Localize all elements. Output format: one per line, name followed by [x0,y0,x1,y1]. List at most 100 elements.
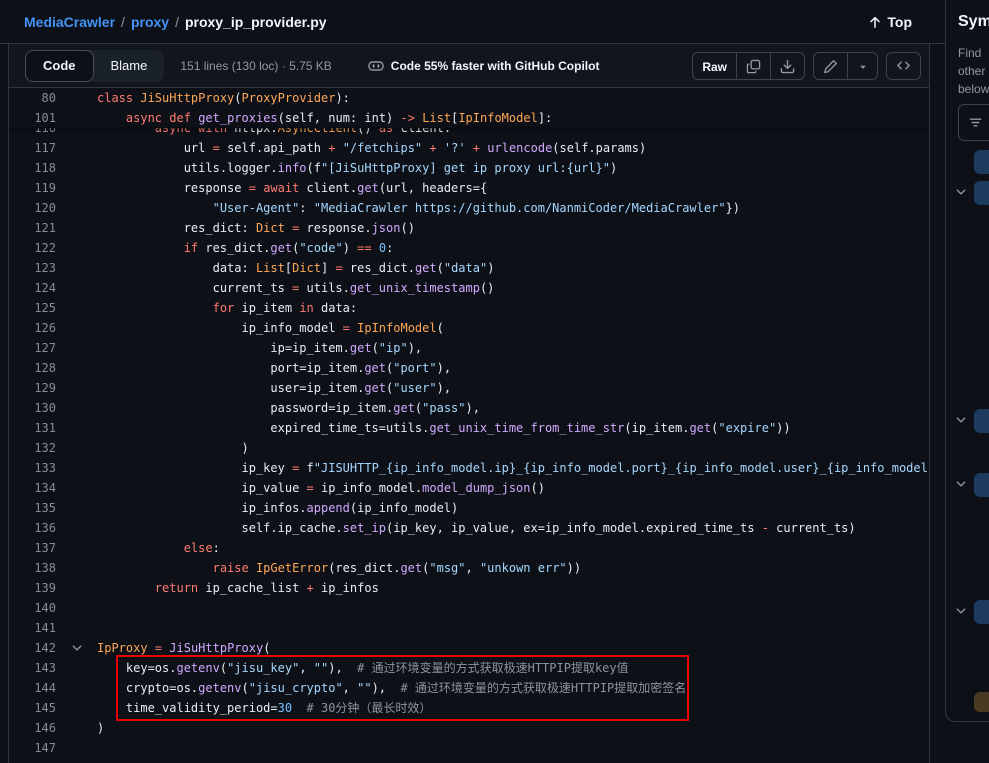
line-number[interactable]: 138 [9,558,56,578]
code-text: user=ip_item.get("user"), [97,378,451,398]
symbol-item[interactable] [974,692,989,712]
line-number[interactable]: 141 [9,618,56,638]
code-text: port=ip_item.get("port"), [97,358,451,378]
chevron-down-icon[interactable] [955,186,967,198]
code-text: ip_infos.append(ip_info_model) [97,498,458,518]
code-text: self.ip_cache.set_ip(ip_key, ip_value, e… [97,518,856,538]
fold-chevron-icon[interactable] [56,642,97,654]
line-number[interactable]: 146 [9,718,56,738]
line-number[interactable]: 124 [9,278,56,298]
symbols-toggle-button[interactable] [886,52,921,80]
line-number[interactable]: 137 [9,538,56,558]
raw-button[interactable]: Raw [693,53,736,80]
line-number[interactable]: 130 [9,398,56,418]
chevron-down-icon[interactable] [955,605,967,617]
code-text: expired_time_ts=utils.get_unix_time_from… [97,418,791,438]
line-number[interactable]: 147 [9,738,56,758]
pencil-icon [823,59,838,74]
symbols-panel-description: Find other below [958,44,989,98]
line-number[interactable]: 127 [9,338,56,358]
filter-icon [968,115,983,130]
code-line: 119 response = await client.get(url, hea… [9,178,929,198]
line-number[interactable]: 145 [9,698,56,718]
code-line: 133 ip_key = f"JISUHTTP_{ip_info_model.i… [9,458,929,478]
line-number[interactable]: 117 [9,138,56,158]
code-text: ip_key = f"JISUHTTP_{ip_info_model.ip}_{… [97,458,928,478]
symbol-item[interactable] [974,409,989,433]
code-text: async def get_proxies(self, num: int) ->… [97,108,552,128]
back-to-top-link[interactable]: Top [868,0,912,44]
line-number[interactable]: 121 [9,218,56,238]
chevron-down-icon[interactable] [955,478,967,490]
chevron-down-icon[interactable] [955,414,967,426]
line-number[interactable]: 142 [9,638,56,658]
back-to-top-label: Top [887,14,912,30]
code-line: 123 data: List[Dict] = res_dict.get("dat… [9,258,929,278]
symbols-filter-input[interactable] [958,104,989,141]
code-line: 136 self.ip_cache.set_ip(ip_key, ip_valu… [9,518,929,538]
line-number[interactable]: 122 [9,238,56,258]
code-line: 118 utils.logger.info(f"[JiSuHttpProxy] … [9,158,929,178]
line-number[interactable]: 135 [9,498,56,518]
code-line: 132 ) [9,438,929,458]
line-number[interactable]: 123 [9,258,56,278]
code-text: return ip_cache_list + ip_infos [97,578,379,598]
copy-button[interactable] [736,53,770,80]
copilot-banner[interactable]: Code 55% faster with GitHub Copilot [368,58,600,74]
line-number[interactable]: 132 [9,438,56,458]
edit-actions-group [813,52,878,80]
line-number[interactable]: 129 [9,378,56,398]
code-text: ip_value = ip_info_model.model_dump_json… [97,478,545,498]
line-number[interactable]: 101 [9,108,56,128]
code-line: 146) [9,718,929,738]
symbols-description-line: below [958,80,989,98]
line-number[interactable]: 119 [9,178,56,198]
line-number[interactable]: 140 [9,598,56,618]
breadcrumb-repo-link[interactable]: MediaCrawler [24,14,115,30]
line-number[interactable]: 120 [9,198,56,218]
copilot-icon [368,58,384,74]
up-arrow-icon [868,15,882,29]
code-line: 131 expired_time_ts=utils.get_unix_time_… [9,418,929,438]
download-button[interactable] [770,53,804,80]
code-text: utils.logger.info(f"[JiSuHttpProxy] get … [97,158,617,178]
symbol-item[interactable] [974,150,989,174]
code-line: 124 current_ts = utils.get_unix_timestam… [9,278,929,298]
code-text: raise IpGetError(res_dict.get("msg", "un… [97,558,581,578]
code-line: 128 port=ip_item.get("port"), [9,358,929,378]
symbols-description-line: other [958,62,989,80]
code-text: ) [97,438,249,458]
symbol-item[interactable] [974,600,989,624]
file-toolbar: Code Blame 151 lines (130 loc) · 5.75 KB… [9,44,929,88]
line-number[interactable]: 128 [9,358,56,378]
line-number[interactable]: 136 [9,518,56,538]
code-line: 126 ip_info_model = IpInfoModel( [9,318,929,338]
tab-code[interactable]: Code [25,50,94,82]
edit-button[interactable] [814,53,847,80]
symbols-panel: Symbols Find other below [945,0,989,722]
code-text: class JiSuHttpProxy(ProxyProvider): [97,88,350,108]
line-number[interactable]: 139 [9,578,56,598]
line-number[interactable]: 131 [9,418,56,438]
sticky-scope-lines: 80 class JiSuHttpProxy(ProxyProvider): 101… [9,88,929,128]
edit-dropdown-button[interactable] [847,53,877,80]
line-number[interactable]: 126 [9,318,56,338]
symbols-description-line: Find [958,44,989,62]
symbol-item[interactable] [974,181,989,205]
line-number[interactable]: 143 [9,658,56,678]
code-line: 134 ip_value = ip_info_model.model_dump_… [9,478,929,498]
symbol-item[interactable] [974,473,989,497]
line-number[interactable]: 144 [9,678,56,698]
line-number[interactable]: 80 [9,88,56,108]
code-line: 140 [9,598,929,618]
tab-blame[interactable]: Blame [94,50,165,82]
breadcrumb-folder-link[interactable]: proxy [131,14,169,30]
line-number[interactable]: 125 [9,298,56,318]
line-number[interactable]: 118 [9,158,56,178]
line-number[interactable]: 134 [9,478,56,498]
line-number[interactable]: 133 [9,458,56,478]
code-brackets-icon [896,58,911,73]
code-line: 121 res_dict: Dict = response.json() [9,218,929,238]
code-line: 147 [9,738,929,758]
breadcrumb-separator: / [115,14,131,30]
